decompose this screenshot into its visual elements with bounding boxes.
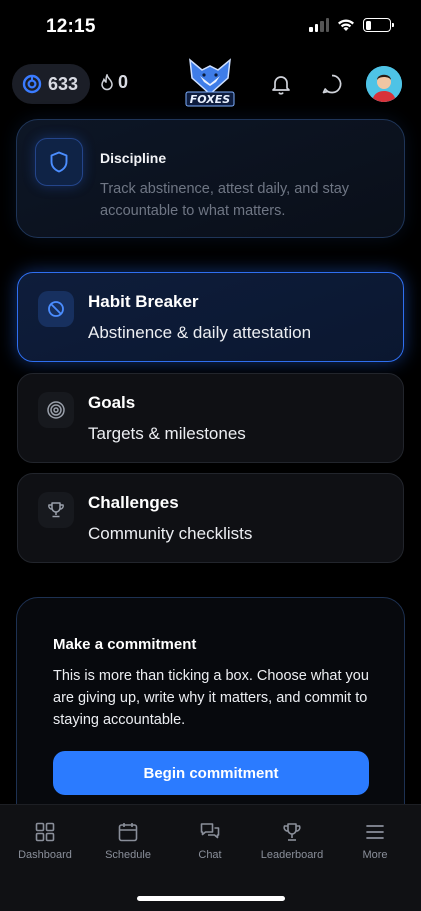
top-nav: 633 0 FOXES bbox=[0, 58, 421, 112]
status-icons bbox=[309, 18, 394, 32]
menu-subtitle: Abstinence & daily attestation bbox=[88, 323, 312, 342]
messages-button[interactable] bbox=[318, 70, 346, 98]
menu-title: Goals bbox=[88, 393, 136, 412]
tab-label: Chat bbox=[198, 849, 222, 861]
tab-label: Dashboard bbox=[18, 849, 72, 861]
bottom-tab-bar: Dashboard Schedule Chat Leaderboard More bbox=[0, 804, 421, 911]
chat-bubble-icon bbox=[322, 74, 342, 94]
trophy-icon bbox=[283, 823, 301, 841]
discipline-title: Discipline bbox=[100, 150, 167, 166]
menu-subtitle: Targets & milestones bbox=[88, 424, 246, 443]
menu-title: Challenges bbox=[88, 493, 179, 512]
trophy-icon bbox=[48, 502, 64, 518]
commitment-description: This is more than ticking a box. Choose … bbox=[53, 668, 369, 728]
menu-title: Habit Breaker bbox=[88, 292, 199, 311]
begin-commitment-button[interactable]: Begin commitment bbox=[53, 751, 369, 795]
chat-bubbles-icon bbox=[200, 823, 220, 839]
notifications-button[interactable] bbox=[267, 70, 295, 98]
calendar-icon bbox=[118, 823, 138, 842]
menu-card-goals[interactable]: Goals Targets & milestones bbox=[17, 373, 404, 463]
tab-label: Leaderboard bbox=[260, 849, 324, 861]
home-indicator bbox=[137, 896, 285, 901]
tab-leaderboard[interactable]: Leaderboard bbox=[250, 821, 334, 861]
grid-icon bbox=[35, 822, 55, 842]
foxes-logo: FOXES bbox=[180, 56, 240, 112]
svg-text:FOXES: FOXES bbox=[190, 93, 230, 106]
menu-icon-box bbox=[38, 291, 74, 327]
tab-label: Schedule bbox=[105, 849, 151, 861]
menu-card-challenges[interactable]: Challenges Community checklists bbox=[17, 473, 404, 563]
menu-icon-box bbox=[38, 392, 74, 428]
discipline-card: Discipline Track abstinence, attest dail… bbox=[16, 119, 405, 238]
target-icon bbox=[47, 401, 65, 419]
ban-icon bbox=[48, 301, 64, 317]
status-time: 12:15 bbox=[46, 16, 96, 37]
points-icon bbox=[22, 74, 42, 94]
cellular-signal-icon bbox=[309, 18, 329, 32]
menu-icon bbox=[366, 825, 384, 839]
points-value: 633 bbox=[48, 73, 79, 94]
tab-label: More bbox=[362, 849, 388, 861]
wifi-icon bbox=[338, 19, 354, 31]
menu-card-habit-breaker[interactable]: Habit Breaker Abstinence & daily attesta… bbox=[17, 272, 404, 362]
streak[interactable]: 0 bbox=[100, 72, 128, 93]
tab-dashboard[interactable]: Dashboard bbox=[3, 821, 87, 861]
menu-subtitle: Community checklists bbox=[88, 524, 253, 543]
tab-schedule[interactable]: Schedule bbox=[86, 821, 170, 861]
avatar[interactable] bbox=[366, 66, 402, 102]
bell-icon bbox=[272, 76, 290, 95]
discipline-description: Track abstinence, attest daily, and stay… bbox=[100, 181, 350, 219]
points-pill[interactable]: 633 bbox=[12, 64, 90, 104]
shield-icon bbox=[50, 151, 68, 173]
battery-icon bbox=[363, 18, 394, 32]
menu-icon-box bbox=[38, 492, 74, 528]
streak-value: 0 bbox=[118, 72, 129, 92]
tab-more[interactable]: More bbox=[333, 821, 417, 861]
status-bar: 12:15 bbox=[0, 0, 421, 52]
commitment-card: Make a commitment This is more than tick… bbox=[16, 597, 405, 837]
commitment-title: Make a commitment bbox=[53, 636, 197, 653]
discipline-icon-box bbox=[35, 138, 83, 186]
flame-icon bbox=[101, 74, 113, 91]
tab-chat[interactable]: Chat bbox=[168, 821, 252, 861]
